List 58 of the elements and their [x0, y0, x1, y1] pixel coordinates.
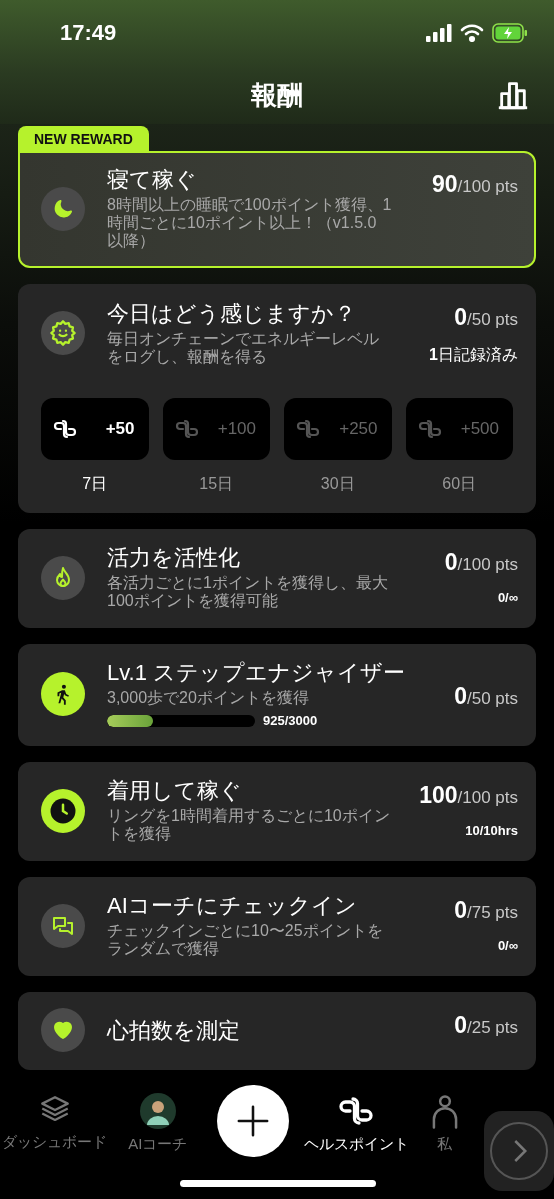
linked-loops-icon	[174, 417, 199, 441]
reward-card[interactable]: 着用して稼ぐ リングを1時間着用するごとに10ポイントを獲得 100/100 pts 10/10hrs	[18, 762, 536, 861]
reward-description: 8時間以上の睡眠で100ポイント獲得、1時間ごとに10ポイント以上！（v1.5.0以降）	[107, 196, 392, 250]
progress-reading: 925/3000	[263, 713, 318, 728]
avatar-icon	[139, 1093, 176, 1129]
reward-description: 3,000歩で20ポイントを獲得	[107, 689, 310, 707]
tab-item[interactable]: AIコーチ	[128, 1093, 188, 1154]
linked-loops-icon	[53, 417, 77, 441]
reward-card[interactable]: AIコーチにチェックイン チェックインごとに10〜25ポイントをランダムで獲得 0/75 pts 0/∞	[18, 877, 536, 976]
reward-title: 寝て稼ぐ	[107, 167, 198, 192]
tab-item[interactable]: ヘルスポイント	[303, 1093, 409, 1154]
milestone-bonus: +250	[339, 419, 378, 439]
points-value: 0/100 pts	[444, 549, 518, 576]
linked-loops-icon	[417, 417, 442, 441]
reward-title: 心拍数を測定	[107, 1017, 241, 1043]
wifi-icon	[460, 24, 484, 42]
points-value: 100/100 pts	[419, 782, 518, 809]
points-value: 0/25 pts	[454, 1012, 518, 1039]
reward-title: 着用して稼ぐ	[107, 778, 243, 803]
floating-button[interactable]	[484, 1111, 554, 1191]
tab-item[interactable]: ダッシュボード	[2, 1093, 108, 1152]
points-value: 0/50 pts	[454, 304, 518, 331]
page-title: 報酬	[251, 78, 303, 112]
new-reward-badge: NEW REWARD	[18, 126, 149, 151]
milestone-days: 7日	[82, 474, 108, 495]
reward-card[interactable]: 活力を活性化 各活力ごとに1ポイントを獲得し、最大100ポイントを獲得可能 0/100 pts 0/∞	[18, 529, 536, 628]
reward-description: 各活力ごとに1ポイントを獲得し、最大100ポイントを獲得可能	[107, 574, 389, 610]
milestone-bonus: +50	[105, 419, 135, 439]
points-value: 0/50 pts	[454, 682, 518, 710]
reward-card[interactable]: 今日はどう感じますか？ 毎日オンチェーンでエネルギーレベルをログし、報酬を得る 0/50 pts 1日記録済み +50 7日 +100 15日 +250 30日 +500 60日	[18, 284, 536, 513]
points-value: 0/75 pts	[454, 897, 518, 924]
progress-counter: 0/∞	[497, 938, 518, 953]
reward-description: 毎日オンチェーンでエネルギーレベルをログし、報酬を得る	[107, 329, 380, 366]
smiley-icon	[49, 319, 77, 347]
battery-charging-icon	[492, 23, 528, 43]
status-time: 17:49	[60, 20, 117, 46]
milestone-bonus: +100	[217, 419, 256, 439]
milestone-bonus: +500	[460, 419, 499, 439]
plus-icon	[236, 1104, 271, 1138]
reward-title: Lv.1 ステップエナジャイザー	[107, 660, 407, 685]
reward-card[interactable]: Lv.1 ステップエナジャイザー 3,000歩で20ポイントを獲得 925/3000 0/50 pts	[18, 644, 536, 746]
signal-icon	[426, 24, 452, 42]
reward-title: 活力を活性化	[107, 545, 241, 570]
milestone-days: 30日	[320, 474, 355, 495]
milestone-days: 15日	[199, 474, 234, 495]
reward-description: チェックインごとに10〜25ポイントをランダムで獲得	[107, 922, 384, 958]
reward-title: 今日はどう感じますか？	[107, 300, 357, 326]
points-value: 90/100 pts	[431, 171, 518, 198]
reward-title: AIコーチにチェックイン	[107, 893, 358, 918]
progress-counter: 10/10hrs	[465, 823, 518, 838]
days-logged: 1日記録済み	[429, 345, 518, 365]
milestone-days: 60日	[442, 474, 477, 495]
reward-description: リングを1時間着用するごとに10ポイントを獲得	[107, 807, 391, 843]
linked-loops-icon	[296, 417, 320, 441]
reward-card[interactable]: 寝て稼ぐ 8時間以上の睡眠で100ポイント獲得、1時間ごとに10ポイント以上！（v1.5.0以降） 90/100 pts	[18, 151, 536, 268]
tab-item[interactable]: 私	[427, 1093, 462, 1154]
reward-card[interactable]: 心拍数を測定 0/25 pts	[18, 992, 536, 1070]
progress-counter: 0/∞	[497, 590, 518, 605]
